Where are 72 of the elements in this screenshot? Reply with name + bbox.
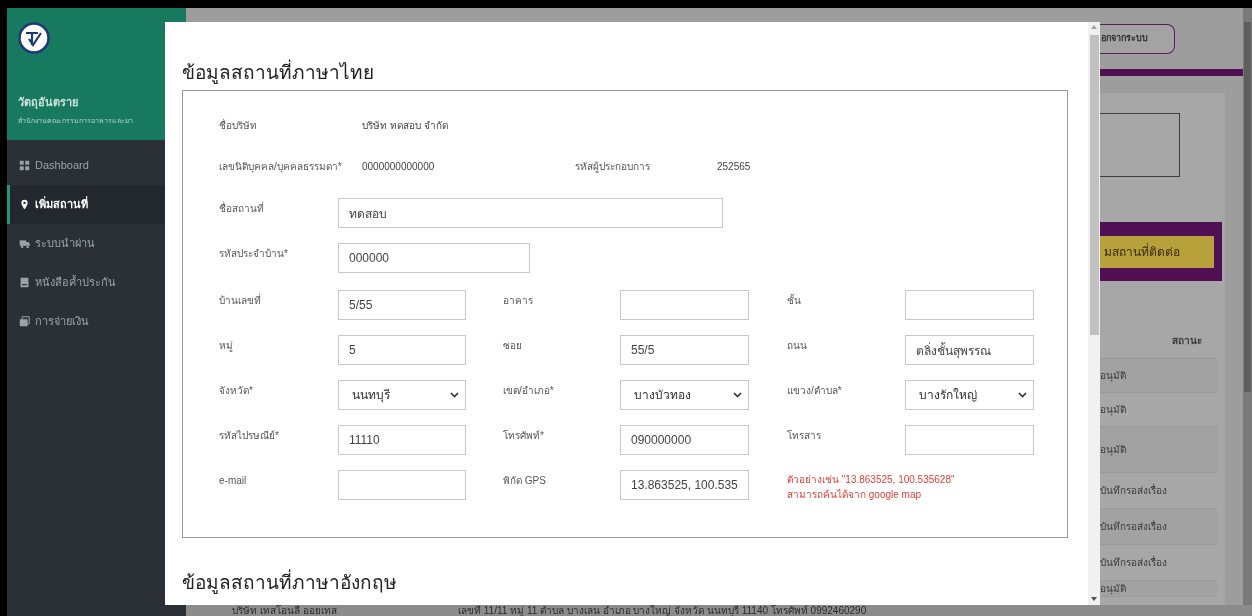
text-input[interactable]: 55/5 [620,335,749,365]
field-label: อาคาร [503,294,534,308]
field-label: แขวง/ตำบล* [787,384,843,398]
text-input[interactable]: 090000000 [620,425,749,455]
dropdown[interactable]: นนทบุรี [338,380,466,410]
modal-title: ข้อมูลสถานที่ภาษาไทย [182,59,1088,87]
table-cell-text: อนุมัติ [1100,369,1126,383]
text-input[interactable]: 000000 [338,243,530,273]
field-label: ถนน [787,339,808,353]
truck-icon [19,238,30,249]
text-input[interactable]: 5/55 [338,290,466,320]
sidebar-item[interactable]: การจ่ายเงิน [7,302,186,341]
field-label: เขต/อำเภอ* [503,384,555,398]
field-value: บริษัท ทดสอบ จำกัด [362,118,448,133]
hint-text: สามารถค้นได้จาก google map [787,488,923,502]
modal-scrollbar[interactable] [1088,22,1100,605]
text-input[interactable]: 13.863525, 100.535 [620,470,749,500]
table-cell: เลขที่ 11/11 หมู่ 11 ตำบล บางเลน อำเภอ บางใหญ่ จังหวัด นนทบุรี 11140 โทรศัพท์ 0992460290 [458,605,867,616]
chevron-down-icon [450,392,459,398]
chevron-down-icon [1018,392,1027,398]
text-input[interactable]: ทดสอบ [338,198,723,228]
dashboard-icon [19,160,30,171]
field-label: รหัสไปรษณีย์* [219,429,280,443]
field-label: ชื่อสถานที่ [219,200,265,216]
scroll-down-icon[interactable] [1091,597,1097,601]
dropdown[interactable]: บางบัวทอง [620,380,749,410]
field-label: โทรสาร [787,429,822,443]
map-pin-icon [19,199,30,210]
field-value: 252565 [717,159,751,174]
field-label: ชั้น [787,292,802,308]
field-label: ชื่อบริษัท [219,117,258,133]
table-cell-text: อนุมัติ [1100,403,1126,417]
field-label: จังหวัด* [219,384,254,398]
text-input[interactable]: 5 [338,335,466,365]
field-label: หมู่ [219,339,234,353]
brand-title: วัตถุอันตราย [18,95,79,111]
text-input[interactable] [905,425,1034,455]
text-input[interactable] [338,470,466,500]
sidebar-item[interactable]: ระบบนำผ่าน [7,224,186,263]
field-value: 0000000000000 [362,159,436,174]
text-input[interactable] [620,290,749,320]
table-cell-text: อนุมัติ [1100,443,1126,457]
logo-icon [18,22,50,54]
dropdown[interactable]: บางรักใหญ่ [905,380,1034,410]
book-icon [19,277,30,288]
field-label: e-mail [219,474,248,488]
table-cell-text: อนุมัติ [1100,582,1126,596]
scrollbar-thumb[interactable] [1089,35,1099,335]
text-input[interactable] [905,290,1034,320]
chevron-down-icon [733,392,742,398]
field-label: บ้านเลขที่ [219,292,262,308]
table-cell-text: บริษัท เทสโอนลี ออยเทส [232,605,338,616]
page-scrollbar[interactable] [1243,8,1252,605]
sidebar-item[interactable]: หนังสือค้ำประกัน [7,263,186,302]
sidebar-item[interactable]: Dashboard [7,146,186,185]
table-cell: บันทึกรอส่งเรื่อง [1100,483,1167,498]
text-input[interactable]: 11110 [338,425,466,455]
scroll-up-icon[interactable] [1091,25,1097,29]
section-title: ข้อมูลสถานที่ภาษาอังกฤษ [182,569,1088,597]
table-cell: บันทึกรอส่งเรื่อง [1100,555,1167,570]
add-contact-button[interactable]: มสถานที่ติดต่อ [1100,235,1214,268]
text-input[interactable]: ตลิ่งชั้นสุพรรณ [905,335,1034,365]
hint-text: ตัวอย่างเช่น "13.863525, 100.535628" [787,473,955,487]
documents-icon [19,316,30,327]
field-label: ซอย [503,339,523,353]
logout-button[interactable]: อกจากระบบ [1100,24,1175,54]
field-label: โทรศัพท์* [503,429,545,443]
field-label: รหัสประจำบ้าน* [219,247,289,261]
table-cell: บันทึกรอส่งเรื่อง [1100,519,1167,534]
field-label: เลขนิติบุคคล/บุคคลธรรมดา* [219,159,343,174]
field-label: รหัสผู้ประกอบการ [575,159,651,174]
field-label: พิกัด GPS [503,474,547,488]
